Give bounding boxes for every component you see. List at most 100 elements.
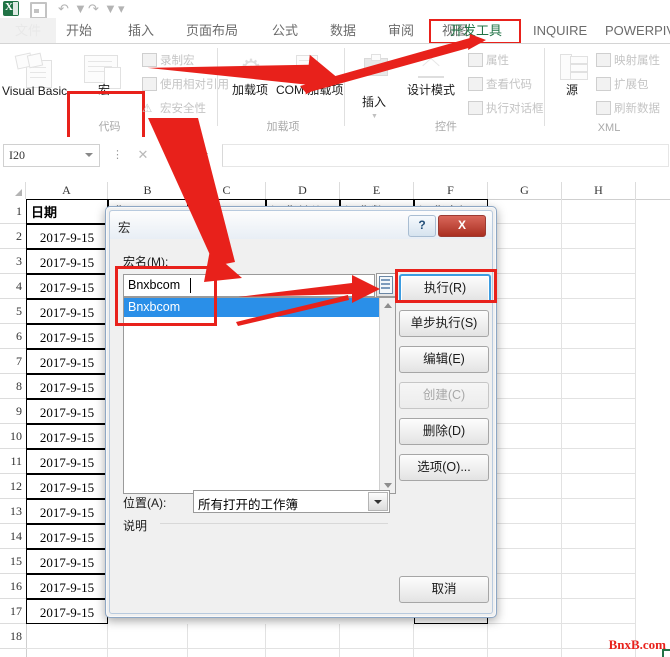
group-separator-1	[217, 48, 218, 126]
formula-input[interactable]	[222, 144, 669, 167]
macro-name-picker-button[interactable]	[376, 273, 396, 297]
row-header[interactable]: 19	[0, 649, 26, 657]
addins-button[interactable]: ⚙ 加载项	[226, 50, 274, 120]
column-header-b[interactable]: B	[108, 182, 188, 199]
tab-data-label: 数据	[330, 23, 357, 38]
tab-formulas[interactable]: 公式	[272, 18, 298, 44]
column-header-g[interactable]: G	[488, 182, 562, 199]
help-button[interactable]: ?	[408, 215, 436, 237]
tab-powerpivot-label: POWERPIVOT	[605, 23, 670, 38]
row-header[interactable]: 1	[0, 199, 26, 224]
cancel-button[interactable]: 取消	[399, 576, 489, 603]
row-header[interactable]: 4	[0, 274, 26, 299]
select-all-corner[interactable]	[0, 182, 26, 199]
formula-bar-grip[interactable]: ⋮	[112, 148, 123, 161]
date-cell[interactable]: 2017-9-15	[26, 524, 108, 549]
tab-insert[interactable]: 插入	[128, 18, 154, 44]
date-cell[interactable]: 2017-9-15	[26, 324, 108, 349]
view-code-label: 查看代码	[486, 79, 532, 91]
date-cell[interactable]: 2017-9-15	[26, 499, 108, 524]
macro-list[interactable]: Bnxbcom	[123, 297, 396, 494]
customize-qat-icon[interactable]: ▾	[118, 2, 125, 15]
tab-powerpivot[interactable]: POWERPIVOT	[605, 18, 670, 44]
row-header[interactable]: 14	[0, 524, 26, 549]
xml-source-button[interactable]: 源	[550, 50, 594, 120]
properties-label: 属性	[486, 55, 509, 67]
name-box[interactable]: I20	[3, 144, 100, 167]
undo-icon[interactable]: ↶	[58, 2, 69, 15]
row-header[interactable]: 5	[0, 299, 26, 324]
excel-logo-icon	[3, 1, 19, 16]
date-cell[interactable]: 2017-9-15	[26, 224, 108, 249]
date-cell[interactable]: 2017-9-15	[26, 449, 108, 474]
date-cell[interactable]: 2017-9-15	[26, 399, 108, 424]
design-mode-button[interactable]: 设计模式	[400, 50, 462, 120]
row-header[interactable]: 13	[0, 499, 26, 524]
map-properties-icon	[596, 53, 611, 67]
column-header-f[interactable]: F	[414, 182, 488, 199]
row-header[interactable]: 9	[0, 399, 26, 424]
tab-file[interactable]: 文件	[0, 18, 56, 44]
chevron-down-icon[interactable]	[85, 153, 93, 157]
row-header[interactable]: 17	[0, 599, 26, 624]
date-cell[interactable]: 2017-9-15	[26, 349, 108, 374]
column-header-e[interactable]: E	[340, 182, 414, 199]
visual-basic-label: Visual Basic	[2, 84, 68, 98]
row-header[interactable]: 15	[0, 549, 26, 574]
row-header[interactable]: 2	[0, 224, 26, 249]
undo-dropdown-icon[interactable]: ▼	[74, 2, 87, 15]
date-cell[interactable]: 2017-9-15	[26, 424, 108, 449]
date-cell[interactable]: 2017-9-15	[26, 249, 108, 274]
redo-dropdown-icon[interactable]: ▼	[104, 2, 117, 15]
date-cell[interactable]: 2017-9-15	[26, 299, 108, 324]
cancel-formula-icon[interactable]: ✕	[128, 144, 158, 165]
tab-page-layout[interactable]: 页面布局	[186, 18, 238, 44]
row-header[interactable]: 6	[0, 324, 26, 349]
visual-basic-button[interactable]: Visual Basic	[2, 50, 68, 120]
insert-function-icon[interactable]: fx	[188, 144, 218, 165]
edit-button[interactable]: 编辑(E)	[399, 346, 489, 373]
scroll-down-icon[interactable]	[384, 483, 392, 488]
row-header[interactable]: 12	[0, 474, 26, 499]
tab-inquire[interactable]: INQUIRE	[533, 18, 587, 44]
row-header[interactable]: 10	[0, 424, 26, 449]
column-header-d[interactable]: D	[266, 182, 340, 199]
column-header-c[interactable]: C	[188, 182, 266, 199]
insert-control-button[interactable]: ↗ 插入 ▼	[350, 50, 398, 122]
date-cell[interactable]: 2017-9-15	[26, 374, 108, 399]
tab-data[interactable]: 数据	[330, 18, 356, 44]
save-icon[interactable]	[30, 2, 47, 19]
date-cell[interactable]: 2017-9-15	[26, 574, 108, 599]
tab-review[interactable]: 审阅	[388, 18, 414, 44]
expansion-pack-icon	[596, 77, 611, 91]
tab-review-label: 审阅	[388, 23, 415, 38]
tab-home[interactable]: 开始	[66, 18, 92, 44]
location-select[interactable]: 所有打开的工作簿	[193, 490, 390, 513]
macro-list-scrollbar[interactable]	[379, 298, 395, 493]
macro-dialog-titlebar[interactable]: 宏 ? X	[110, 211, 492, 239]
date-cell[interactable]: 2017-9-15	[26, 549, 108, 574]
chevron-down-icon[interactable]	[368, 492, 388, 511]
date-cell[interactable]: 2017-9-15	[26, 474, 108, 499]
location-label: 位置(A):	[123, 496, 167, 510]
scroll-up-icon[interactable]	[384, 303, 392, 308]
column-header-a[interactable]: A	[26, 182, 108, 199]
column-header-h[interactable]: H	[562, 182, 636, 199]
close-button[interactable]: X	[438, 215, 486, 237]
accept-formula-icon[interactable]: ✓	[158, 144, 188, 165]
row-header[interactable]: 3	[0, 249, 26, 274]
design-mode-label: 设计模式	[406, 83, 455, 97]
redo-icon[interactable]: ↷	[88, 2, 99, 15]
options-button[interactable]: 选项(O)...	[399, 454, 489, 481]
com-addins-button[interactable]: ⚙ COM 加载项	[276, 50, 343, 120]
date-cell[interactable]: 2017-9-15	[26, 599, 108, 624]
row-header[interactable]: 16	[0, 574, 26, 599]
date-cell[interactable]: 2017-9-15	[26, 274, 108, 299]
delete-button[interactable]: 删除(D)	[399, 418, 489, 445]
macro-dialog-frame: 宏 ? X 宏名(M): Bnxbcom Bnxbcom 位置(A): 所有打开…	[109, 210, 497, 614]
step-into-button[interactable]: 单步执行(S)	[399, 310, 489, 337]
row-header[interactable]: 11	[0, 449, 26, 474]
row-header[interactable]: 18	[0, 624, 26, 649]
row-header[interactable]: 8	[0, 374, 26, 399]
row-header[interactable]: 7	[0, 349, 26, 374]
